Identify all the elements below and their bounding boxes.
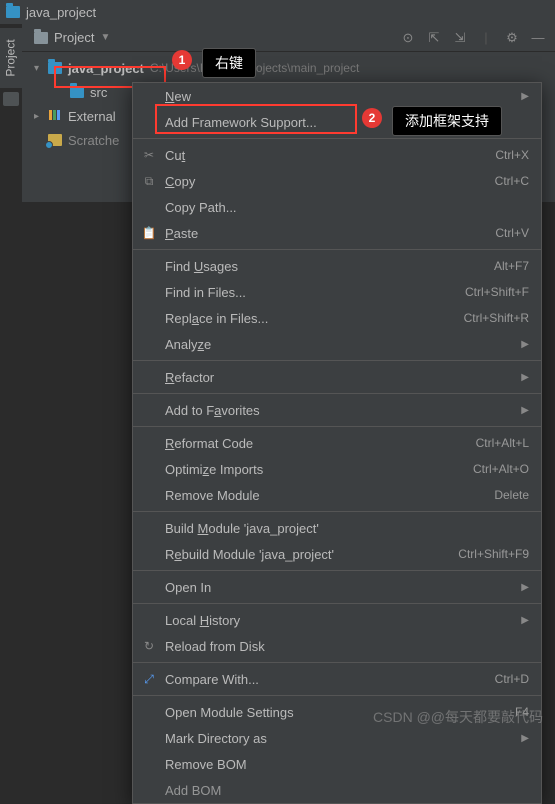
menu-separator bbox=[133, 603, 541, 604]
menu-remove-bom[interactable]: Remove BOM bbox=[133, 751, 541, 777]
sidebar-structure-icon[interactable] bbox=[3, 92, 19, 106]
submenu-arrow-icon: ▶ bbox=[521, 615, 529, 626]
submenu-arrow-icon: ▶ bbox=[521, 733, 529, 744]
menu-separator bbox=[133, 662, 541, 663]
project-name: java_project bbox=[68, 61, 144, 76]
chevron-down-icon[interactable]: ▾ bbox=[34, 63, 46, 74]
external-label: External bbox=[68, 109, 116, 124]
chevron-right-icon[interactable]: ▸ bbox=[34, 111, 46, 122]
sidebar-label-text: Project bbox=[4, 39, 18, 76]
src-label: src bbox=[90, 85, 107, 100]
watermark: CSDN @@每天都要敲代码 bbox=[373, 707, 543, 727]
menu-reformat-code[interactable]: Reformat CodeCtrl+Alt+L bbox=[133, 430, 541, 456]
compare-icon: ⤢ bbox=[141, 671, 157, 687]
submenu-arrow-icon: ▶ bbox=[521, 91, 529, 102]
menu-reload-from-disk[interactable]: ↻Reload from Disk bbox=[133, 633, 541, 659]
annotation-badge-1: 1 bbox=[172, 50, 192, 70]
submenu-arrow-icon: ▶ bbox=[521, 405, 529, 416]
view-folder-icon bbox=[34, 32, 48, 44]
submenu-arrow-icon: ▶ bbox=[521, 582, 529, 593]
menu-add-bom[interactable]: Add BOM bbox=[133, 777, 541, 803]
paste-icon: 📋 bbox=[141, 225, 157, 241]
source-folder-icon bbox=[70, 86, 84, 98]
menu-copy[interactable]: ⧉CopyCtrl+C bbox=[133, 168, 541, 194]
menu-paste[interactable]: 📋PasteCtrl+V bbox=[133, 220, 541, 246]
menu-separator bbox=[133, 138, 541, 139]
module-folder-icon bbox=[48, 62, 62, 74]
menu-analyze[interactable]: Analyze▶ bbox=[133, 331, 541, 357]
submenu-arrow-icon: ▶ bbox=[521, 339, 529, 350]
menu-separator bbox=[133, 249, 541, 250]
submenu-arrow-icon: ▶ bbox=[521, 372, 529, 383]
menu-cut[interactable]: ✂CutCtrl+X bbox=[133, 142, 541, 168]
chevron-down-icon[interactable]: ▼ bbox=[100, 32, 110, 43]
tree-project-root[interactable]: ▾ java_project C:\Users\DH\IdeaProjects\… bbox=[22, 56, 555, 80]
divider: | bbox=[479, 31, 493, 45]
project-folder-icon bbox=[6, 6, 20, 18]
copy-icon: ⧉ bbox=[141, 173, 157, 189]
menu-find-in-files[interactable]: Find in Files...Ctrl+Shift+F bbox=[133, 279, 541, 305]
scratches-icon bbox=[48, 134, 62, 146]
menu-find-usages[interactable]: Find UsagesAlt+F7 bbox=[133, 253, 541, 279]
scratches-label: Scratche bbox=[68, 133, 119, 148]
annotation-tooltip-1: 右键 bbox=[202, 48, 256, 78]
annotation-badge-2: 2 bbox=[362, 108, 382, 128]
menu-separator bbox=[133, 570, 541, 571]
menu-rebuild-module[interactable]: Rebuild Module 'java_project'Ctrl+Shift+… bbox=[133, 541, 541, 567]
menu-separator bbox=[133, 360, 541, 361]
reload-icon: ↻ bbox=[141, 638, 157, 654]
menu-compare-with[interactable]: ⤢Compare With...Ctrl+D bbox=[133, 666, 541, 692]
annotation-tooltip-2: 添加框架支持 bbox=[392, 106, 502, 136]
view-selector[interactable]: Project bbox=[54, 30, 94, 45]
minimize-icon[interactable]: — bbox=[531, 31, 545, 45]
menu-separator bbox=[133, 695, 541, 696]
menu-replace-in-files[interactable]: Replace in Files...Ctrl+Shift+R bbox=[133, 305, 541, 331]
sidebar-project-tab[interactable]: Project bbox=[0, 28, 22, 88]
context-menu: New▶ Add Framework Support... ✂CutCtrl+X… bbox=[132, 82, 542, 804]
menu-refactor[interactable]: Refactor▶ bbox=[133, 364, 541, 390]
menu-separator bbox=[133, 426, 541, 427]
menu-copy-path[interactable]: Copy Path... bbox=[133, 194, 541, 220]
locate-icon[interactable]: ⊙ bbox=[401, 31, 415, 45]
toolbar-actions: ⊙ ⇱ ⇲ | ⚙ — bbox=[401, 31, 555, 45]
collapse-icon[interactable]: ⇲ bbox=[453, 31, 467, 45]
libraries-icon bbox=[48, 108, 62, 125]
gear-icon[interactable]: ⚙ bbox=[505, 31, 519, 45]
project-toolbar: Project ▼ ⊙ ⇱ ⇲ | ⚙ — bbox=[22, 24, 555, 52]
menu-build-module[interactable]: Build Module 'java_project' bbox=[133, 515, 541, 541]
menu-local-history[interactable]: Local History▶ bbox=[133, 607, 541, 633]
menu-mark-directory-as[interactable]: Mark Directory as▶ bbox=[133, 725, 541, 751]
cut-icon: ✂ bbox=[141, 147, 157, 163]
menu-add-favorites[interactable]: Add to Favorites▶ bbox=[133, 397, 541, 423]
menu-remove-module[interactable]: Remove ModuleDelete bbox=[133, 482, 541, 508]
menu-separator bbox=[133, 393, 541, 394]
menu-separator bbox=[133, 511, 541, 512]
menu-open-in[interactable]: Open In▶ bbox=[133, 574, 541, 600]
expand-icon[interactable]: ⇱ bbox=[427, 31, 441, 45]
menu-optimize-imports[interactable]: Optimize ImportsCtrl+Alt+O bbox=[133, 456, 541, 482]
titlebar: java_project bbox=[0, 0, 555, 24]
titlebar-title: java_project bbox=[26, 5, 96, 20]
